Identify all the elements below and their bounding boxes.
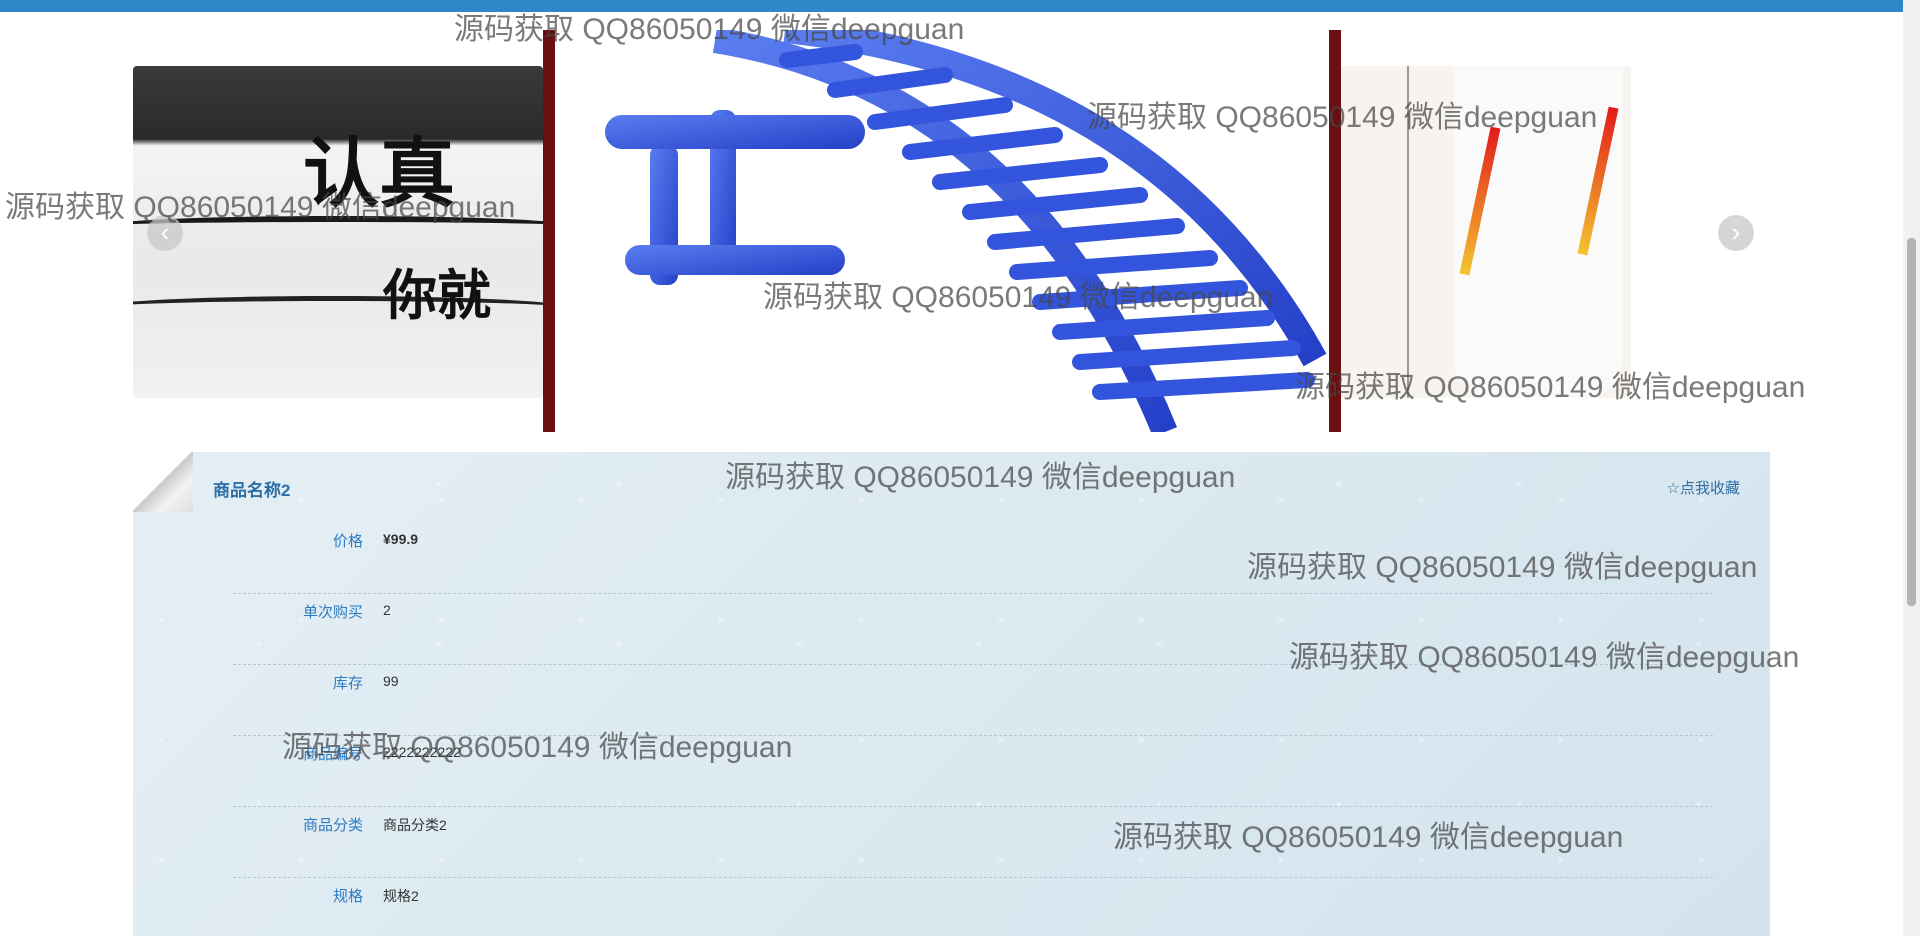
situp-bench-image [605,30,1327,432]
detail-row-category: 商品分类 商品分类2 [233,806,1713,878]
jersey-stripe [1459,126,1501,276]
favorite-button[interactable]: ☆点我收藏 [1667,477,1740,498]
field-label: 商品分类 [302,817,363,834]
vertical-scrollbar[interactable] [1903,0,1920,936]
jersey-image [1453,66,1623,398]
carousel-next-button[interactable]: › [1718,215,1754,251]
scrollbar-thumb[interactable] [1907,238,1916,606]
product-title: 商品名称2 [213,481,291,500]
field-value: 商品分类2 [383,817,447,833]
product-image-carousel[interactable]: 认真 你就 ‹ › [133,30,1770,432]
product-detail-panel: 商品名称2 ☆点我收藏 价格 ¥99.9 单次购买 2 库存 99 商品编号 2… [133,452,1770,936]
top-bar [0,0,1920,12]
detail-row-price: 价格 ¥99.9 [233,522,1713,594]
carousel-slide-jersey [1341,66,1631,398]
jersey-stripe [1577,106,1619,256]
field-label: 库存 [332,675,363,692]
detail-row-product-code: 商品编号 2222222222 [233,735,1713,807]
page-fold-corner [133,452,191,510]
carousel-slide-basketball: 认真 你就 [133,66,543,398]
field-label: 单次购买 [302,604,363,621]
detail-row-stock: 库存 99 [233,664,1713,736]
field-label: 价格 [332,533,363,550]
ball-calligraphy: 认真 [303,129,455,218]
ball-seam [133,216,543,236]
field-value: 2 [383,602,391,618]
field-value: 99 [383,673,399,689]
detail-row-purchase-qty: 单次购买 2 [233,593,1713,665]
carousel-slide-situp-bench [543,30,1341,432]
detail-row-spec: 规格 规格2 [233,877,1713,936]
field-label: 商品编号 [302,746,363,763]
ball-calligraphy: 你就 [383,263,491,327]
field-value: ¥99.9 [383,531,419,547]
field-value: 规格2 [383,888,419,904]
carousel-prev-button[interactable]: ‹ [147,215,183,251]
slide-divider [1407,66,1409,398]
field-label: 规格 [332,888,363,905]
field-value: 2222222222 [383,744,461,760]
